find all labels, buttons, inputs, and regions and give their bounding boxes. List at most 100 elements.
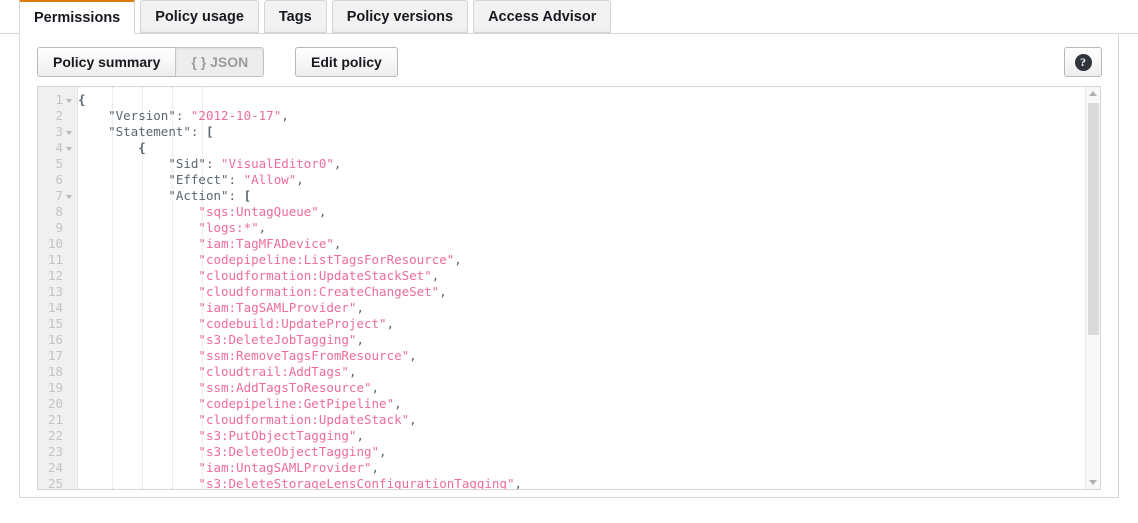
code-token: { (138, 140, 146, 155)
gutter-line: 10 (38, 236, 77, 252)
fold-toggle-icon[interactable] (66, 145, 73, 152)
gutter-line: 19 (38, 380, 77, 396)
question-mark-circle-icon: ? (1074, 53, 1092, 71)
code-token: "Version" (108, 108, 176, 123)
code-token: "s3:DeleteStorageLensConfigurationTaggin… (198, 476, 515, 489)
editor-gutter[interactable]: 1 2 3 4 5 6 7 8 9 10 11 12 13 14 15 16 17 18 19 20 21 22 23 24 2… (38, 87, 78, 489)
code-line: "codepipeline:GetPipeline", (78, 396, 1100, 412)
line-number: 3 (55, 124, 63, 139)
code-token: : (190, 124, 206, 139)
code-token: [ (243, 188, 252, 203)
line-number: 13 (47, 284, 63, 299)
code-token: "Statement" (108, 124, 191, 139)
line-number: 10 (47, 236, 63, 251)
line-number: 11 (47, 252, 63, 267)
code-token: "logs:*" (198, 220, 259, 235)
line-number: 23 (47, 444, 63, 459)
code-token: "s3:DeleteJobTagging" (198, 332, 357, 347)
json-policy-editor[interactable]: 1 2 3 4 5 6 7 8 9 10 11 12 13 14 15 16 17 18 19 20 21 22 23 24 2… (37, 86, 1101, 490)
line-number: 21 (47, 412, 63, 427)
line-number: 25 (47, 476, 63, 490)
code-line: "sqs:UntagQueue", (78, 204, 1100, 220)
code-token: , (379, 444, 387, 459)
code-token: , (318, 204, 327, 219)
tab-permissions[interactable]: Permissions (19, 0, 136, 34)
code-token: "codebuild:UpdateProject" (198, 316, 387, 331)
code-line: { (78, 92, 1100, 108)
triangle-up-icon[interactable] (1086, 87, 1100, 101)
code-token: : (228, 172, 244, 187)
gutter-line: 22 (38, 428, 77, 444)
code-token: "2012-10-17" (190, 108, 282, 123)
fold-toggle-icon[interactable] (66, 97, 73, 104)
editor-vertical-scrollbar[interactable] (1085, 87, 1100, 489)
code-line: "iam:TagSAMLProvider", (78, 300, 1100, 316)
line-number: 5 (55, 156, 63, 171)
line-number: 8 (55, 204, 63, 219)
code-token: , (386, 316, 395, 331)
code-line: "Effect": "Allow", (78, 172, 1100, 188)
gutter-line: 20 (38, 396, 77, 412)
code-line: "s3:DeleteObjectTagging", (78, 444, 1100, 460)
code-line: "Version": "2012-10-17", (78, 108, 1100, 124)
triangle-down-icon[interactable] (1086, 475, 1100, 489)
permissions-panel: Policy summary { } JSON Edit policy ? 12… (19, 34, 1119, 498)
code-token: , (371, 380, 380, 395)
code-token: "sqs:UntagQueue" (198, 204, 319, 219)
gutter-line: 17 (38, 348, 77, 364)
code-token: "ssm:AddTagsToResource" (198, 380, 372, 395)
code-token: "cloudformation:UpdateStackSet" (198, 268, 432, 283)
code-token: "Action" (168, 188, 229, 203)
code-token: "VisualEditor0" (221, 156, 334, 171)
code-line: "cloudformation:UpdateStack", (78, 412, 1100, 428)
line-number: 12 (47, 268, 63, 283)
json-view-button[interactable]: { } JSON (175, 47, 265, 77)
gutter-line: 12 (38, 268, 77, 284)
line-number: 19 (47, 380, 63, 395)
policy-detail-page: Permissions Policy usage Tags Policy versio… (0, 0, 1138, 523)
gutter-line: 5 (38, 156, 77, 172)
code-token: , (333, 156, 342, 171)
tab-tags[interactable]: Tags (263, 0, 327, 33)
gutter-line: 14 (38, 300, 77, 316)
code-token: , (409, 412, 417, 427)
help-button[interactable]: ? (1064, 47, 1102, 77)
fold-toggle-icon[interactable] (66, 193, 73, 200)
line-number: 22 (47, 428, 63, 443)
gutter-line: 11 (38, 252, 77, 268)
view-toggle-group: Policy summary { } JSON (37, 47, 265, 77)
line-number: 7 (55, 188, 63, 203)
edit-policy-button[interactable]: Edit policy (295, 47, 398, 77)
gutter-line: 6 (38, 172, 77, 188)
code-token: "iam:TagMFADevice" (198, 236, 334, 251)
gutter-line: 3 (38, 124, 77, 140)
gutter-line: 25 (38, 476, 77, 490)
fold-toggle-icon[interactable] (66, 129, 73, 136)
tab-policy-usage[interactable]: Policy usage (140, 0, 259, 33)
code-token: , (356, 332, 364, 347)
code-token: "iam:UntagSAMLProvider" (198, 460, 372, 475)
editor-code-area[interactable]: { "Version": "2012-10-17", "Statement": … (78, 87, 1100, 489)
code-token: "Allow" (243, 172, 297, 187)
line-number: 15 (47, 316, 63, 331)
scrollbar-thumb[interactable] (1088, 103, 1099, 335)
code-line: "Action": [ (78, 188, 1100, 204)
policy-summary-button[interactable]: Policy summary (37, 47, 176, 77)
code-token: , (258, 220, 267, 235)
tab-access-advisor[interactable]: Access Advisor (473, 0, 612, 33)
line-number: 24 (47, 460, 63, 475)
code-token: , (394, 396, 402, 411)
code-token: "cloudtrail:AddTags" (198, 364, 349, 379)
tab-policy-versions[interactable]: Policy versions (331, 0, 469, 33)
gutter-line: 23 (38, 444, 77, 460)
